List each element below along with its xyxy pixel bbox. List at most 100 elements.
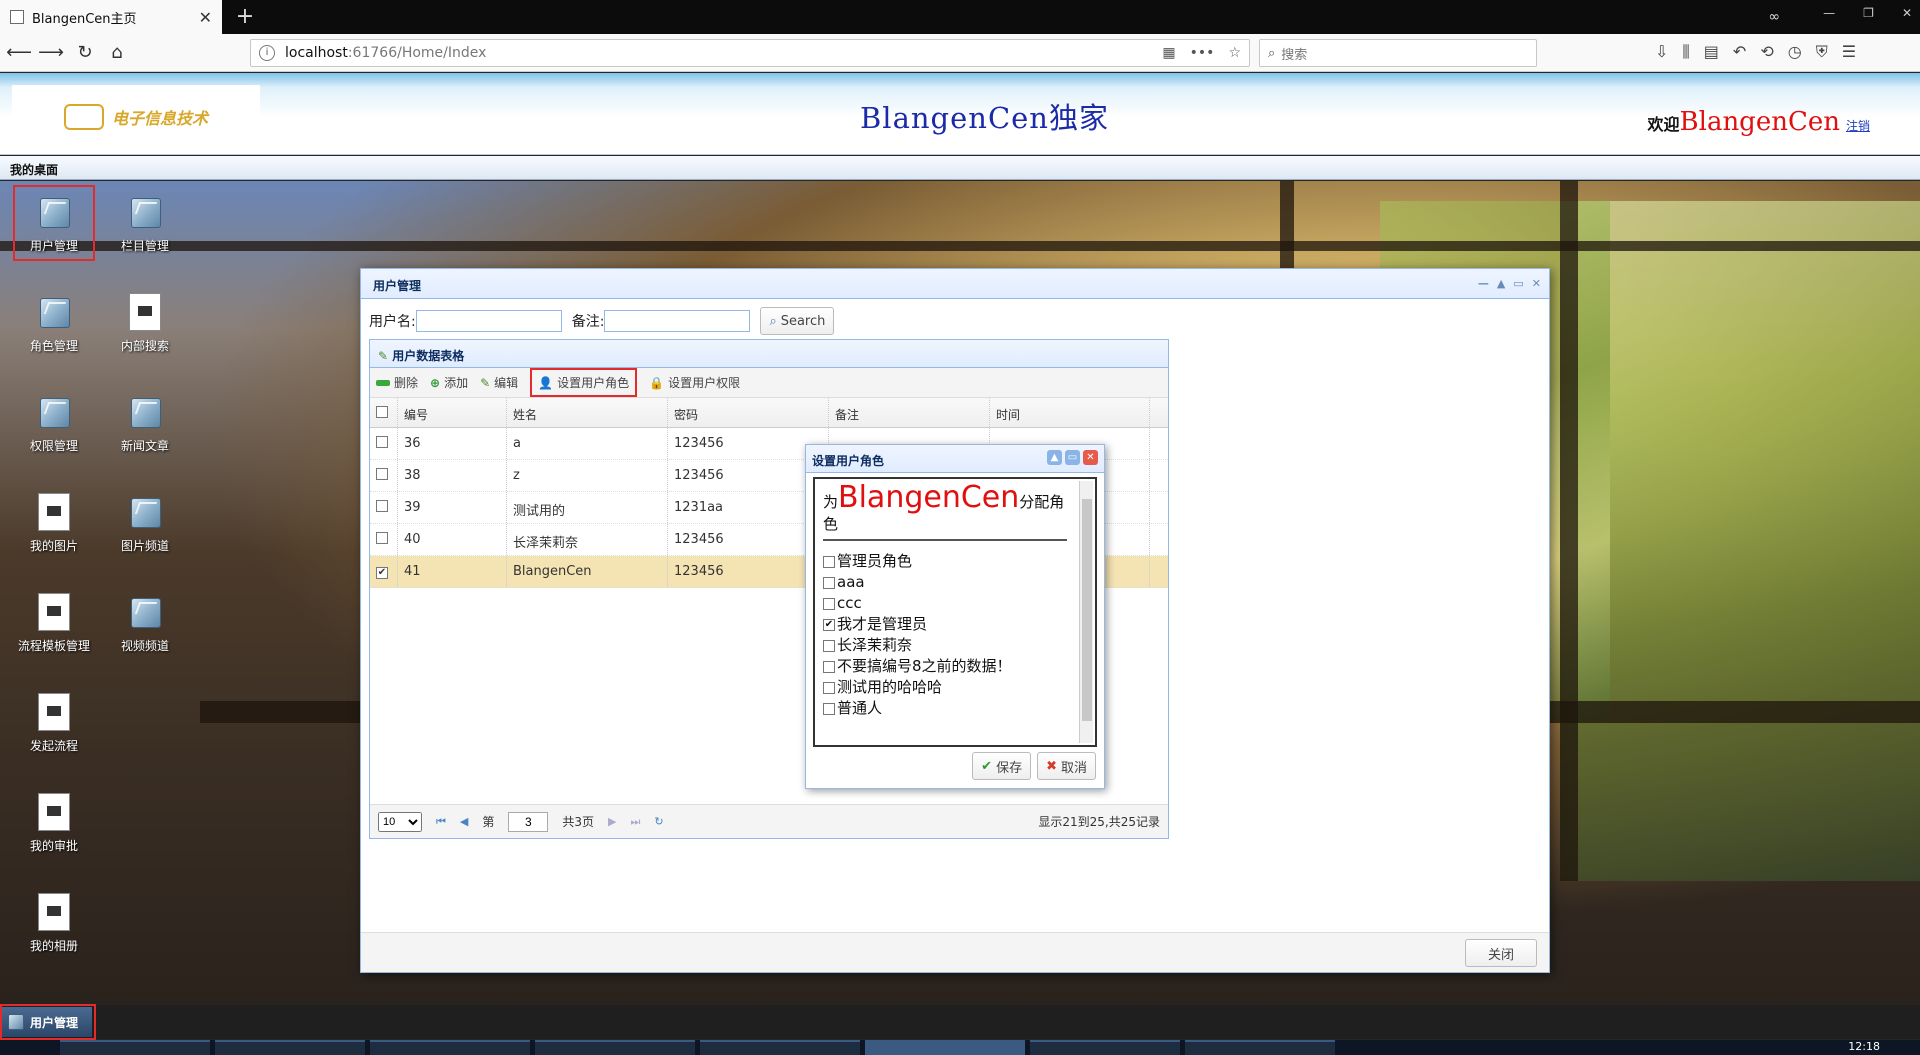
browser-search-box[interactable]: ⌕ 搜索	[1259, 39, 1537, 67]
site-info-icon[interactable]: i	[259, 45, 275, 61]
forward-icon[interactable]: ⟶	[38, 40, 64, 66]
role-checkbox[interactable]	[823, 555, 835, 568]
bookmark-star-icon[interactable]: ☆	[1228, 45, 1241, 61]
logout-link[interactable]: 注销	[1846, 117, 1870, 134]
set-user-role-button[interactable]: 👤 设置用户角色	[530, 368, 638, 397]
role-option[interactable]: aaa	[823, 572, 1067, 593]
role-checkbox[interactable]	[823, 639, 835, 652]
column-header-note[interactable]: 备注	[829, 398, 990, 427]
dialog-collapse-icon[interactable]: ▲	[1047, 450, 1062, 465]
cancel-button[interactable]: ✖ 取消	[1037, 752, 1096, 780]
column-header-time[interactable]: 时间	[990, 398, 1150, 427]
url-bar[interactable]: i localhost :61766/Home/Index ▦ ••• ☆	[250, 39, 1250, 67]
start-button[interactable]	[0, 1040, 40, 1055]
library-icon[interactable]: ⫼	[1682, 42, 1689, 62]
sidebar-icon[interactable]: ▤	[1704, 42, 1719, 62]
select-all-checkbox[interactable]	[370, 398, 398, 427]
taskbar-app[interactable]	[1185, 1040, 1335, 1055]
desktop-icon-my-album[interactable]: 我的相册	[18, 893, 90, 954]
desktop-icon-my-approvals[interactable]: 我的审批	[18, 793, 90, 854]
role-option[interactable]: 测试用的哈哈哈	[823, 677, 1067, 698]
close-icon[interactable]: ✕	[1532, 277, 1541, 290]
column-header-name[interactable]: 姓名	[507, 398, 668, 427]
role-option[interactable]: ccc	[823, 593, 1067, 614]
role-checkbox[interactable]	[823, 576, 835, 589]
taskbar-app[interactable]	[370, 1040, 530, 1055]
role-checkbox[interactable]	[823, 597, 835, 610]
save-button[interactable]: ✔ 保存	[972, 752, 1032, 780]
minimize-icon[interactable]: —	[1478, 277, 1489, 290]
role-checkbox[interactable]	[823, 702, 835, 715]
taskbar-app[interactable]	[700, 1040, 860, 1055]
row-checkbox[interactable]	[370, 524, 398, 555]
desktop-icon-start-workflow[interactable]: 发起流程	[18, 693, 90, 754]
taskbar-app[interactable]	[60, 1040, 210, 1055]
row-checkbox[interactable]	[370, 460, 398, 491]
undo-close-icon[interactable]: ↶	[1733, 42, 1746, 62]
taskbar-app[interactable]	[1030, 1040, 1180, 1055]
username-filter-input[interactable]	[415, 310, 562, 332]
search-button[interactable]: ⌕ Search	[760, 307, 835, 335]
reload-icon[interactable]: ↻	[72, 40, 98, 66]
scrollbar-thumb[interactable]	[1082, 499, 1092, 721]
desktop-icon-picture-channel[interactable]: 图片频道	[109, 493, 181, 554]
close-window-icon[interactable]: ✕	[1902, 6, 1912, 20]
taskbar-app-active[interactable]	[865, 1040, 1025, 1055]
page-size-select[interactable]: 10	[378, 811, 422, 832]
row-checkbox-checked[interactable]: ✔	[370, 556, 398, 587]
close-button[interactable]: 关闭	[1465, 939, 1537, 967]
maximize-window-icon[interactable]: ❐	[1863, 6, 1874, 20]
role-option[interactable]: ✔ 我才是管理员	[823, 614, 1067, 635]
role-option[interactable]: 普通人	[823, 698, 1067, 719]
dialog-close-icon[interactable]: ✕	[1083, 450, 1098, 465]
set-user-permission-button[interactable]: 🔒 设置用户权限	[649, 374, 740, 391]
column-header-id[interactable]: 编号	[398, 398, 507, 427]
desktop-icon-role-management[interactable]: 角色管理	[18, 293, 90, 354]
desktop-icon-workflow-templates[interactable]: 流程模板管理	[18, 593, 90, 654]
shield-icon[interactable]: ⛨	[1816, 42, 1828, 62]
next-page-icon[interactable]: ▶	[608, 815, 616, 828]
role-checkbox[interactable]	[823, 681, 835, 694]
downloads-icon[interactable]: ⇩	[1655, 42, 1668, 62]
browser-tab[interactable]: BlangenCen主页 ✕	[0, 0, 222, 34]
add-button[interactable]: ⊕ 添加	[430, 374, 468, 391]
row-checkbox[interactable]	[370, 492, 398, 523]
refresh-icon[interactable]: ↻	[654, 815, 663, 828]
page-number-input[interactable]	[508, 811, 549, 832]
desktop-icon-column-management[interactable]: 栏目管理	[109, 193, 181, 254]
role-option[interactable]: 管理员角色	[823, 551, 1067, 572]
window-title-bar[interactable]: 用户管理 — ▲ ▭ ✕	[361, 269, 1549, 299]
delete-button[interactable]: 删除	[376, 374, 418, 391]
taskbar-app[interactable]	[535, 1040, 695, 1055]
home-icon[interactable]: ⌂	[104, 40, 130, 66]
edit-button[interactable]: ✎ 编辑	[480, 374, 518, 391]
tab-close-icon[interactable]: ✕	[199, 8, 212, 27]
clock-icon[interactable]: ◷	[1788, 42, 1802, 62]
column-header-password[interactable]: 密码	[668, 398, 829, 427]
dialog-title-bar[interactable]: 设置用户角色 ▲ ▭ ✕	[806, 445, 1104, 473]
history-icon[interactable]: ⟲	[1760, 42, 1773, 62]
qr-code-icon[interactable]: ▦	[1162, 45, 1175, 61]
collapse-icon[interactable]: ▲	[1497, 277, 1505, 290]
page-actions-icon[interactable]: •••	[1190, 45, 1215, 61]
menu-icon[interactable]: ☰	[1842, 42, 1856, 62]
back-icon[interactable]: ⟵	[6, 40, 32, 66]
new-tab-button[interactable]: +	[230, 2, 260, 32]
maximize-icon[interactable]: ▭	[1513, 277, 1523, 290]
minimize-window-icon[interactable]: —	[1823, 6, 1835, 20]
desktop-icon-my-pictures[interactable]: 我的图片	[18, 493, 90, 554]
desktop-icon-permission-management[interactable]: 权限管理	[18, 393, 90, 454]
first-page-icon[interactable]: ⏮	[436, 815, 446, 829]
taskbar-app[interactable]	[215, 1040, 365, 1055]
note-filter-input[interactable]	[604, 310, 751, 332]
role-checkbox[interactable]	[823, 660, 835, 673]
row-checkbox[interactable]	[370, 428, 398, 459]
role-option[interactable]: 长泽茉莉奈	[823, 635, 1067, 656]
desktop-icon-video-channel[interactable]: 视频频道	[109, 593, 181, 654]
dialog-maximize-icon[interactable]: ▭	[1065, 450, 1080, 465]
desktop-icon-news-articles[interactable]: 新闻文章	[109, 393, 181, 454]
role-option[interactable]: 不要搞编号8之前的数据！	[823, 656, 1067, 677]
prev-page-icon[interactable]: ◀	[460, 815, 468, 828]
dialog-scrollbar[interactable]	[1079, 481, 1093, 743]
desktop-icon-internal-search[interactable]: 内部搜索	[109, 293, 181, 354]
